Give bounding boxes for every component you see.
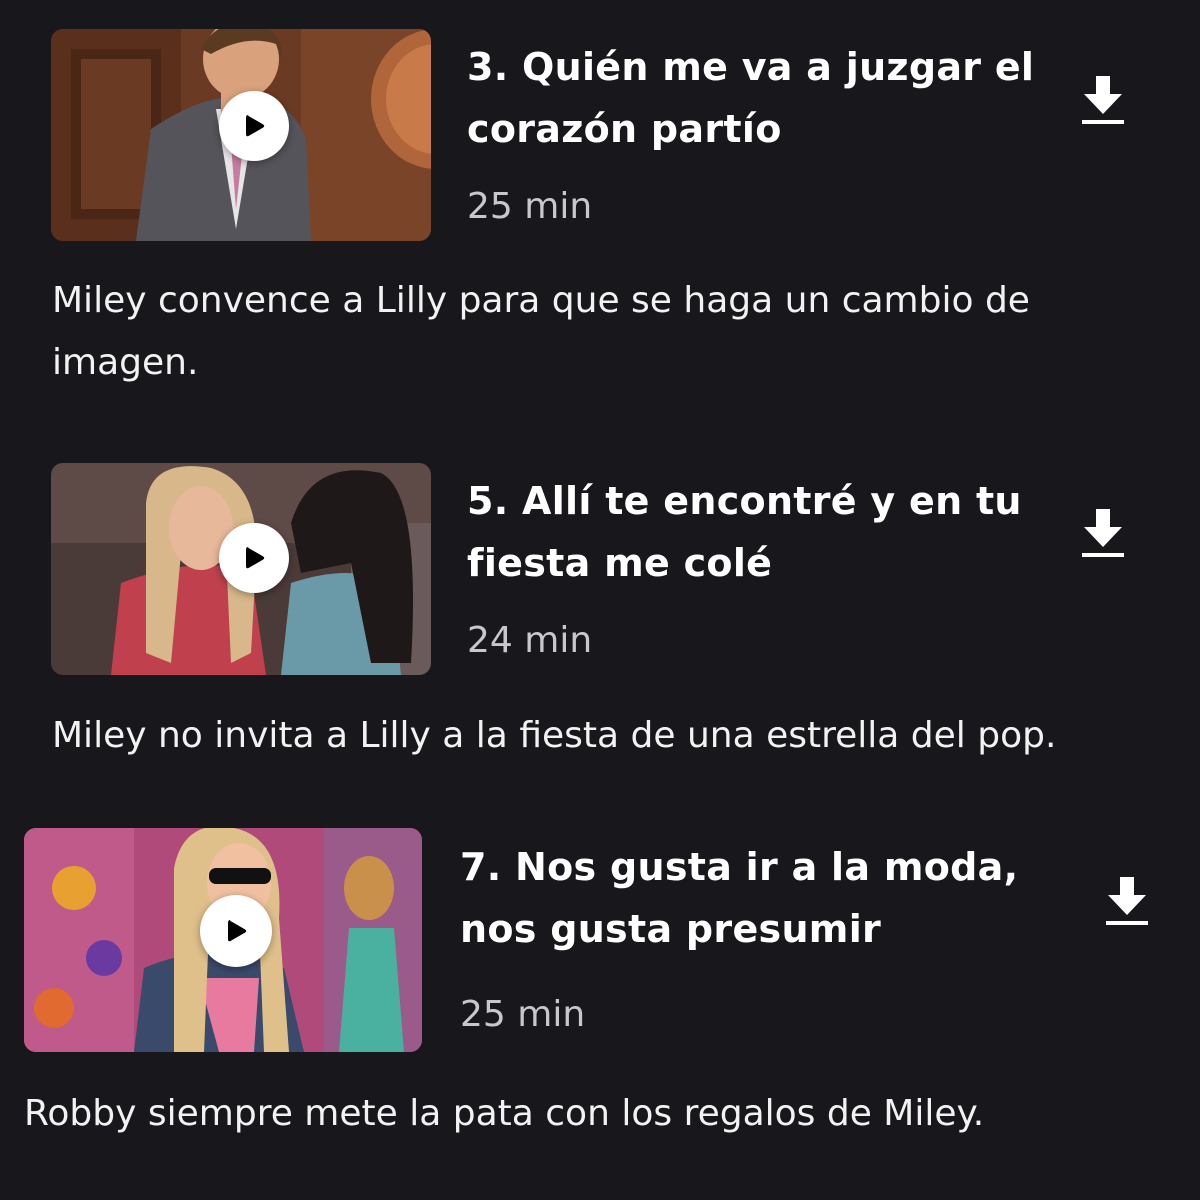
play-button[interactable] xyxy=(200,895,272,967)
episode-thumbnail[interactable] xyxy=(51,463,431,675)
episode-title[interactable]: 5. Allí te encontré y en tu fiesta me co… xyxy=(467,470,1047,594)
play-icon xyxy=(246,547,265,569)
download-button[interactable] xyxy=(1078,72,1128,128)
episode-duration: 24 min xyxy=(467,620,593,661)
episode-duration: 25 min xyxy=(467,186,593,227)
episode-thumbnail[interactable] xyxy=(24,828,422,1052)
download-icon xyxy=(1082,509,1124,557)
play-icon xyxy=(228,920,247,942)
download-button[interactable] xyxy=(1102,873,1152,929)
download-button[interactable] xyxy=(1078,505,1128,561)
episode-title[interactable]: 7. Nos gusta ir a la moda, nos gusta pre… xyxy=(460,836,1060,960)
play-icon xyxy=(246,115,265,137)
episode-list: 3. Quién me va a juzgar el corazón partí… xyxy=(0,0,1200,1200)
download-icon xyxy=(1082,76,1124,124)
episode-title[interactable]: 3. Quién me va a juzgar el corazón partí… xyxy=(467,36,1047,160)
episode-description: Robby siempre mete la pata con los regal… xyxy=(24,1093,985,1134)
episode-description: Miley no invita a Lilly a la fiesta de u… xyxy=(52,715,1057,756)
episode-duration: 25 min xyxy=(460,994,586,1035)
episode-description: Miley convence a Lilly para que se haga … xyxy=(52,280,1030,383)
play-button[interactable] xyxy=(219,523,289,593)
download-icon xyxy=(1106,877,1148,925)
episode-thumbnail[interactable] xyxy=(51,29,431,241)
play-button[interactable] xyxy=(219,91,289,161)
